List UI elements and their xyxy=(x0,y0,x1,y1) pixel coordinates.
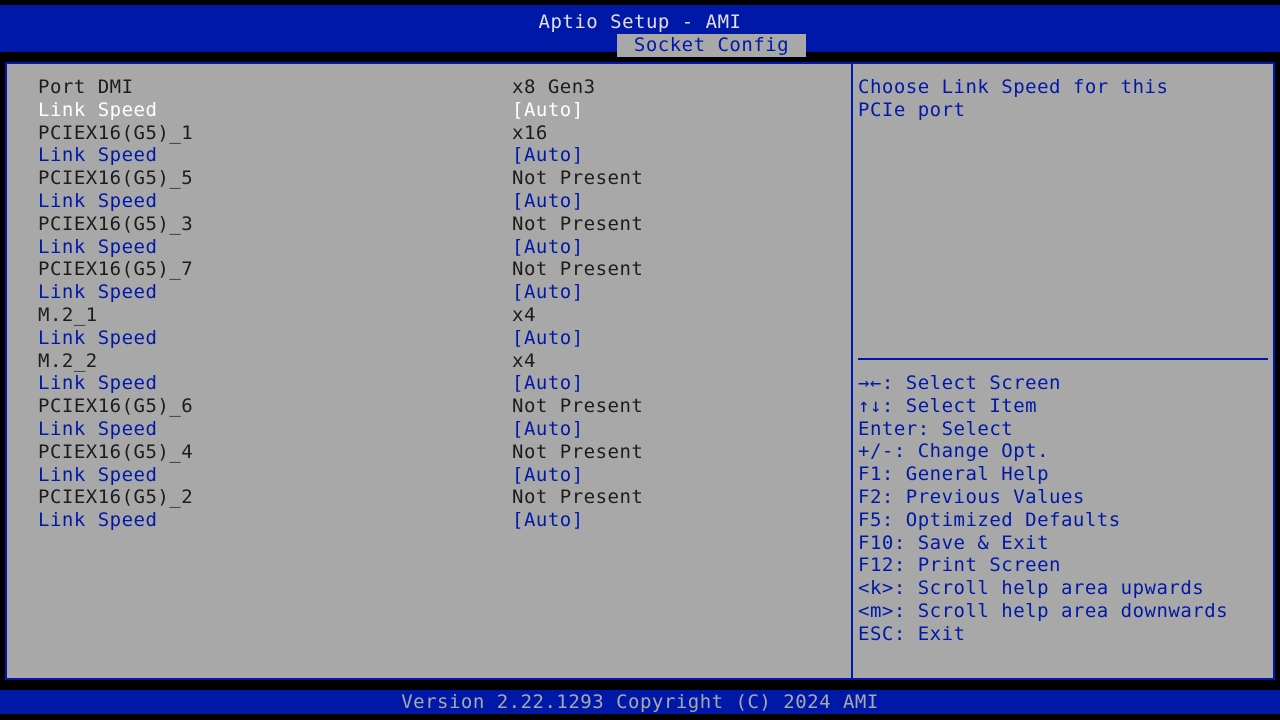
key-hint-save-exit: F10: Save & Exit xyxy=(858,531,1050,554)
key-hint-scroll-down: <m>: Scroll help area downwards xyxy=(858,599,1229,622)
key-hint-enter: Enter: Select xyxy=(858,417,1014,440)
info-value: Not Present xyxy=(512,212,644,235)
help-line: PCIe port xyxy=(858,99,966,121)
info-label: PCIEX16(G5)_5 xyxy=(38,167,194,190)
app-title: Aptio Setup - AMI xyxy=(538,11,742,33)
help-text-area: Choose Link Speed for this PCIe port xyxy=(858,76,1258,122)
setting-value[interactable]: [Auto] xyxy=(512,418,584,441)
key-legend: →←: Select Screen ↑↓: Select Item Enter:… xyxy=(858,372,1228,646)
info-value: Not Present xyxy=(512,395,644,418)
key-hint-change-opt: +/-: Change Opt. xyxy=(858,440,1050,463)
setting-label: Link Speed xyxy=(38,326,158,349)
setting-label: Link Speed xyxy=(38,98,158,121)
info-label: M.2_2 xyxy=(38,349,98,372)
setting-value[interactable]: [Auto] xyxy=(512,327,584,350)
setting-label: Link Speed xyxy=(38,509,158,532)
key-hint-scroll-up: <k>: Scroll help area upwards xyxy=(858,577,1205,600)
key-hint-escape: ESC: Exit xyxy=(858,622,966,645)
info-label: M.2_1 xyxy=(38,304,98,326)
key-hint-select-screen: →←: Select Screen xyxy=(858,372,1061,394)
setting-label: Link Speed xyxy=(38,144,158,167)
info-value: Not Present xyxy=(512,440,644,463)
footer-version: Version 2.22.1293 Copyright (C) 2024 AMI xyxy=(0,690,1280,714)
info-label: PCIEX16(G5)_4 xyxy=(38,440,194,463)
setting-label: Link Speed xyxy=(38,372,158,395)
info-label: Port DMI xyxy=(38,76,134,98)
info-label: PCIEX16(G5)_6 xyxy=(38,395,194,418)
main-panel: Port DMI x8 Gen3 Link Speed [Auto] PCIEX16(G… xyxy=(5,62,1275,680)
setting-value[interactable]: [Auto] xyxy=(512,99,584,122)
info-label: PCIEX16(G5)_3 xyxy=(38,212,194,235)
setting-label: Link Speed xyxy=(38,418,158,440)
info-label: PCIEX16(G5)_2 xyxy=(38,486,194,509)
info-value: x4 xyxy=(512,349,536,372)
key-hint-previous-values: F2: Previous Values xyxy=(858,485,1085,508)
help-divider-horizontal xyxy=(858,358,1268,360)
info-value: Not Present xyxy=(512,167,644,190)
info-value: Not Present xyxy=(512,486,644,509)
info-value: x8 Gen3 xyxy=(512,76,596,98)
help-line: Choose Link Speed for this xyxy=(858,76,1169,98)
info-value: x4 xyxy=(512,304,536,326)
header-bar: Aptio Setup - AMI Socket Config xyxy=(0,5,1280,57)
tab-socket-config[interactable]: Socket Config xyxy=(617,34,806,57)
setting-label: Link Speed xyxy=(38,190,158,212)
setting-value[interactable]: [Auto] xyxy=(512,281,584,304)
info-label: PCIEX16(G5)_7 xyxy=(38,258,194,281)
panel-divider-vertical xyxy=(851,64,853,678)
setting-value[interactable]: [Auto] xyxy=(512,190,584,213)
info-value: Not Present xyxy=(512,258,644,281)
setting-value[interactable]: [Auto] xyxy=(512,372,584,395)
setting-label: Link Speed xyxy=(38,463,158,486)
info-label: PCIEX16(G5)_1 xyxy=(38,121,194,144)
setting-value[interactable]: [Auto] xyxy=(512,236,584,259)
setting-value[interactable]: [Auto] xyxy=(512,144,584,167)
key-hint-print-screen: F12: Print Screen xyxy=(858,554,1061,577)
setting-label: Link Speed xyxy=(38,235,158,258)
setting-value[interactable]: [Auto] xyxy=(512,464,584,487)
key-hint-optimized-defaults: F5: Optimized Defaults xyxy=(858,508,1121,531)
setting-value[interactable]: [Auto] xyxy=(512,509,584,532)
info-value: x16 xyxy=(512,121,548,144)
setting-label: Link Speed xyxy=(38,281,158,304)
key-hint-general-help: F1: General Help xyxy=(858,463,1050,486)
key-hint-select-item: ↑↓: Select Item xyxy=(858,394,1038,417)
